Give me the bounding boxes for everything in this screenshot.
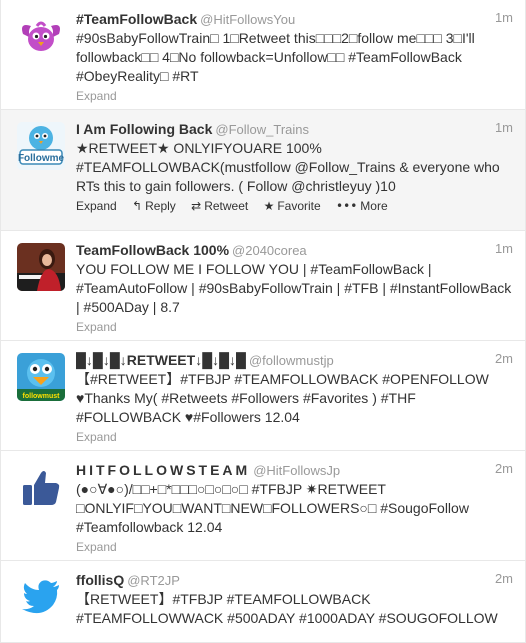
tweet-header: I Am Following Back @Follow_Trains <box>76 120 513 138</box>
reply-label: Reply <box>145 199 176 213</box>
tweet-fullname[interactable]: I Am Following Back <box>76 121 212 137</box>
tweet-text: 【#RETWEET】#TFBJP #TEAMFOLLOWBACK #OPENFO… <box>76 371 489 425</box>
tweet-header: HITFOLLOWSTEAM @HitFollowsJp <box>76 461 513 479</box>
tweet-item[interactable]: followmust █↓█↓█↓RETWEET↓█↓█↓█ @followmus… <box>1 341 525 451</box>
thumbs-up-icon[interactable] <box>17 463 65 511</box>
tweet-item[interactable]: HITFOLLOWSTEAM @HitFollowsJp 2m (●○∀●○)/□… <box>1 451 525 561</box>
tweet-actions: Expand ↰ Reply ⇄ Retweet ★ Favorite ••• More <box>76 198 513 214</box>
retweet-label: Retweet <box>204 199 249 213</box>
tweet-text: (●○∀●○)/□□+□*□□□○□○□○□ #TFBJP ✷RETWEET □… <box>76 481 469 535</box>
followme-bird-icon[interactable]: Followme <box>17 122 65 170</box>
tweet-timestamp[interactable]: 1m <box>495 120 513 135</box>
cartoon-bird-icon[interactable]: followmust <box>17 353 65 401</box>
twitter-bird-icon[interactable] <box>17 573 65 621</box>
tweet-fullname[interactable]: HITFOLLOWSTEAM <box>76 462 250 478</box>
tweet-fullname[interactable]: ffollisQ <box>76 572 124 588</box>
expand-link[interactable]: Expand <box>76 319 513 335</box>
tweet-item[interactable]: ffollisQ @RT2JP 2m 【RETWEET】#TFBJP #TEAMF… <box>1 561 525 643</box>
tweet-username[interactable]: @RT2JP <box>127 573 180 588</box>
tweet-timestamp[interactable]: 1m <box>495 10 513 25</box>
svg-text:Followme: Followme <box>18 153 65 164</box>
tweet-username[interactable]: @followmustjp <box>249 353 334 368</box>
tweet-fullname[interactable]: TeamFollowBack 100% <box>76 242 229 258</box>
tweet-text: YOU FOLLOW ME I FOLLOW YOU | #TeamFollow… <box>76 261 512 315</box>
retweet-button[interactable]: ⇄ Retweet <box>191 199 248 213</box>
more-label: More <box>360 199 388 213</box>
favorite-label: Favorite <box>277 199 321 213</box>
svg-text:followmust: followmust <box>23 393 61 400</box>
more-button[interactable]: ••• More <box>336 199 388 213</box>
reply-button[interactable]: ↰ Reply <box>132 199 176 213</box>
reply-icon: ↰ <box>132 199 143 213</box>
tweet-timestamp[interactable]: 2m <box>495 571 513 586</box>
tweet-username[interactable]: @Follow_Trains <box>215 122 309 137</box>
tweet-username[interactable]: @2040corea <box>232 243 307 258</box>
tweet-text: #90sBabyFollowTrain□ 1□Retweet this□□□2□… <box>76 30 475 84</box>
tweet-item[interactable]: TeamFollowBack 100% @2040corea 1m YOU FOL… <box>1 231 525 341</box>
purple-bird-icon[interactable] <box>17 12 65 60</box>
retweet-icon: ⇄ <box>191 199 202 213</box>
expand-link[interactable]: Expand <box>76 199 117 213</box>
tweet-text: 【RETWEET】#TFBJP #TEAMFOLLOWBACK #TEAMFOL… <box>76 591 498 626</box>
tweet-fullname[interactable]: █↓█↓█↓RETWEET↓█↓█↓█ <box>76 352 246 368</box>
tweet-text: ★RETWEET★ ONLYIFYOUARE 100% #TEAMFOLLOWB… <box>76 140 500 194</box>
tweet-username[interactable]: @HitFollowsYou <box>200 12 295 27</box>
tweet-header: █↓█↓█↓RETWEET↓█↓█↓█ @followmustjp <box>76 351 513 369</box>
favorite-button[interactable]: ★ Favorite <box>264 199 321 213</box>
tweet-timestamp[interactable]: 1m <box>495 241 513 256</box>
tweet-timestamp[interactable]: 2m <box>495 461 513 476</box>
expand-link[interactable]: Expand <box>76 88 513 104</box>
tweet-item[interactable]: #TeamFollowBack @HitFollowsYou 1m #90sBab… <box>1 0 525 110</box>
user-photo[interactable] <box>17 243 65 291</box>
tweet-header: #TeamFollowBack @HitFollowsYou <box>76 10 513 28</box>
tweet-header: TeamFollowBack 100% @2040corea <box>76 241 513 259</box>
tweet-username[interactable]: @HitFollowsJp <box>253 463 340 478</box>
expand-link[interactable]: Expand <box>76 429 513 445</box>
tweet-header: ffollisQ @RT2JP <box>76 571 513 589</box>
tweet-timeline: #TeamFollowBack @HitFollowsYou 1m #90sBab… <box>0 0 526 643</box>
tweet-item[interactable]: Followme I Am Following Back @Follow_Trai… <box>1 110 525 231</box>
more-dots-icon: ••• <box>336 199 358 213</box>
expand-link[interactable]: Expand <box>76 539 513 555</box>
star-icon: ★ <box>263 199 275 213</box>
tweet-timestamp[interactable]: 2m <box>495 351 513 366</box>
tweet-fullname[interactable]: #TeamFollowBack <box>76 11 197 27</box>
